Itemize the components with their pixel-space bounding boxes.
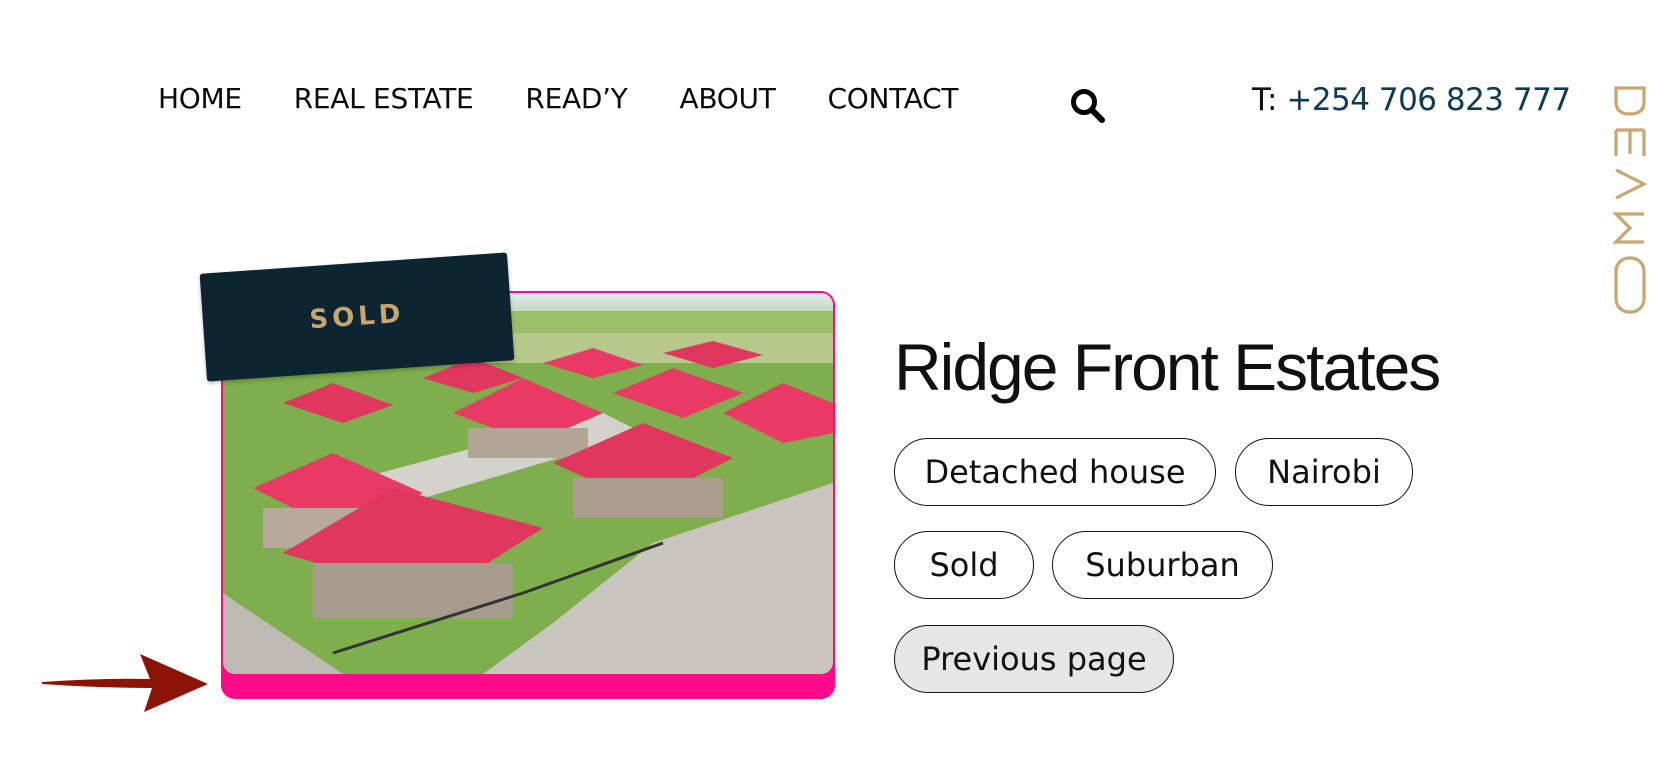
sold-badge: SOLD — [199, 252, 515, 382]
main-nav: HOME REAL ESTATE READ’Y ABOUT CONTACT — [158, 82, 1010, 115]
previous-page-button[interactable]: Previous page — [894, 625, 1174, 693]
tag-detached-house[interactable]: Detached house — [894, 438, 1216, 506]
phone-prefix: T: — [1252, 82, 1277, 118]
nav-home[interactable]: HOME — [158, 82, 242, 115]
sold-badge-label: SOLD — [308, 298, 406, 336]
nav-real-estate[interactable]: REAL ESTATE — [294, 82, 474, 115]
tag-sold[interactable]: Sold — [894, 531, 1034, 599]
contact-phone: T: +254 706 823 777 — [1252, 82, 1571, 118]
listing-title: Ridge Front Estates — [894, 330, 1441, 405]
search-button[interactable] — [1068, 86, 1108, 126]
nav-contact[interactable]: CONTACT — [828, 82, 959, 115]
nav-ready[interactable]: READ’Y — [525, 82, 627, 115]
arrow-icon — [42, 654, 208, 712]
brand-logo[interactable] — [1612, 84, 1648, 316]
nav-about[interactable]: ABOUT — [680, 82, 776, 115]
tag-nairobi[interactable]: Nairobi — [1235, 438, 1413, 506]
phone-link[interactable]: +254 706 823 777 — [1286, 82, 1571, 118]
tag-suburban[interactable]: Suburban — [1052, 531, 1273, 599]
search-icon — [1071, 89, 1105, 123]
